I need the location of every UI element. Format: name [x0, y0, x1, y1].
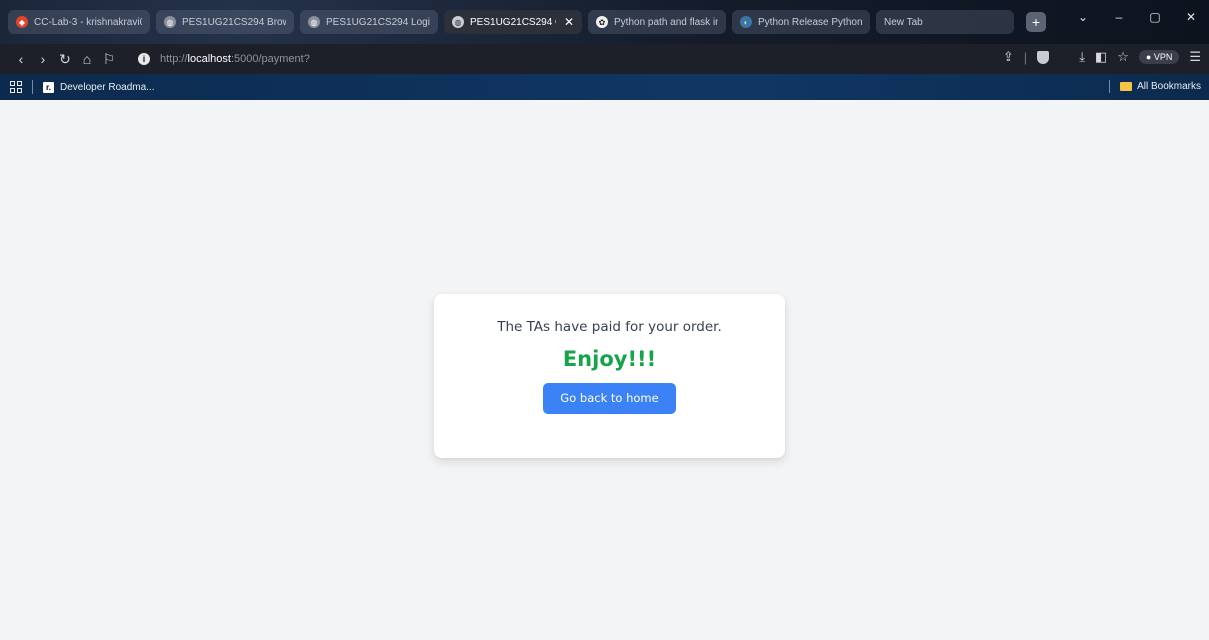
tab-browse[interactable]: ◍ PES1UG21CS294 Browse [156, 10, 294, 34]
roadmap-favicon-icon: r. [43, 81, 54, 93]
forward-button[interactable]: › [32, 51, 54, 67]
apps-grid-icon[interactable] [10, 81, 22, 93]
tab-title: PES1UG21CS294 Browse [182, 16, 286, 28]
all-bookmarks-button[interactable]: All Bookmarks [1109, 80, 1201, 93]
go-back-home-button[interactable]: Go back to home [543, 383, 676, 414]
tab-close-icon[interactable]: ✕ [564, 15, 574, 29]
globe-icon: ◍ [308, 16, 320, 28]
folder-icon [1120, 82, 1133, 91]
globe-icon: ◍ [452, 16, 464, 28]
enjoy-headline: Enjoy!!! [562, 347, 657, 371]
minimize-button[interactable]: – [1101, 10, 1137, 24]
tab-title: Python Release Python 3 [758, 16, 862, 28]
tab-title: PES1UG21CS294 Ch [470, 16, 556, 28]
gitlab-icon: ◆ [16, 16, 28, 28]
site-info-icon[interactable]: i [138, 53, 150, 65]
window-controls: ⌄ – ▢ ✕ [1065, 10, 1209, 24]
brave-shield-icon[interactable] [1037, 50, 1050, 64]
reload-button[interactable]: ↻ [54, 51, 76, 68]
bookmark-developer-roadmap[interactable]: r. Developer Roadma... [43, 81, 155, 93]
browser-window: ◆ CC-Lab-3 - krishnakravi0 ◍ PES1UG21CS2… [0, 0, 1209, 640]
vpn-label: VPN [1153, 52, 1173, 62]
all-bookmarks-label: All Bookmarks [1137, 81, 1201, 92]
chevron-down-icon[interactable]: ⌄ [1065, 10, 1101, 24]
tab-login[interactable]: ◍ PES1UG21CS294 Login [300, 10, 438, 34]
tab-title: New Tab [884, 16, 923, 28]
payment-confirmation-card: The TAs have paid for your order. Enjoy!… [434, 294, 785, 458]
url-host: localhost [187, 53, 231, 65]
rewards-icon[interactable]: ☆ [1117, 49, 1129, 65]
bookmark-icon[interactable]: ⚐ [98, 51, 120, 68]
bookmark-label: Developer Roadma... [60, 81, 155, 93]
tab-strip: ◆ CC-Lab-3 - krishnakravi0 ◍ PES1UG21CS2… [0, 0, 1209, 44]
maximize-button[interactable]: ▢ [1137, 10, 1173, 24]
navigation-toolbar: ‹ › ↻ ⌂ ⚐ i http://localhost:5000/paymen… [0, 44, 1209, 74]
tab-title: PES1UG21CS294 Login [326, 16, 430, 28]
tab-python-flask[interactable]: ✿ Python path and flask in [588, 10, 726, 34]
close-window-button[interactable]: ✕ [1173, 10, 1209, 24]
menu-icon[interactable]: ☰ [1189, 49, 1201, 65]
tab-gitlab[interactable]: ◆ CC-Lab-3 - krishnakravi0 [8, 10, 150, 34]
address-bar[interactable]: i http://localhost:5000/payment? [138, 48, 1028, 70]
share-icon[interactable]: ⇪ [1003, 49, 1014, 65]
back-button[interactable]: ‹ [10, 51, 32, 67]
tab-title: Python path and flask in [614, 16, 718, 28]
toolbar-actions: ⇪ | ⤓ ◧ ☆ ● VPN ☰ [1003, 49, 1201, 65]
download-icon[interactable]: ⤓ [1079, 49, 1085, 65]
url-scheme: http:// [160, 53, 188, 65]
bookmarks-bar: r. Developer Roadma... All Bookmarks [0, 74, 1209, 100]
bookmarks-divider [1109, 80, 1111, 93]
bookmarks-divider [32, 80, 33, 94]
new-tab-button[interactable]: + [1026, 12, 1046, 32]
python-icon: ◐ [740, 16, 752, 28]
url-path: :5000/payment? [230, 53, 310, 65]
confirmation-message: The TAs have paid for your order. [497, 319, 722, 335]
globe-icon: ◍ [164, 16, 176, 28]
toolbar-divider: | [1023, 49, 1028, 65]
tab-python-release[interactable]: ◐ Python Release Python 3 [732, 10, 870, 34]
vpn-button[interactable]: ● VPN [1138, 50, 1180, 64]
home-icon[interactable]: ⌂ [76, 51, 98, 67]
tab-title: CC-Lab-3 - krishnakravi0 [34, 16, 142, 28]
tab-new[interactable]: New Tab [876, 10, 1014, 34]
sidebar-icon[interactable]: ◧ [1095, 49, 1107, 65]
tab-active-checkout[interactable]: ◍ PES1UG21CS294 Ch ✕ [444, 10, 582, 34]
page-viewport: The TAs have paid for your order. Enjoy!… [0, 100, 1209, 640]
openai-icon: ✿ [596, 16, 608, 28]
